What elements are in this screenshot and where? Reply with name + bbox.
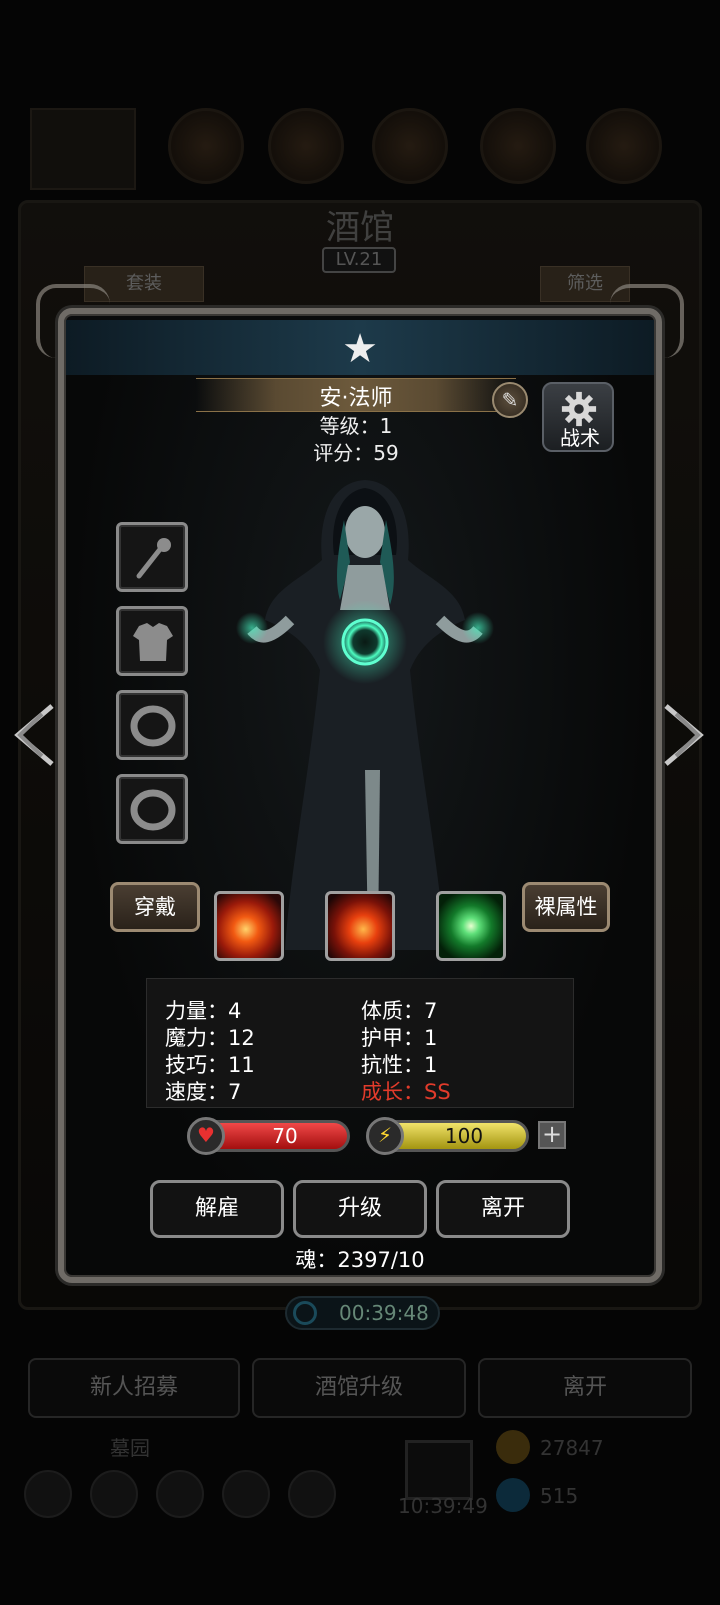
fire-skill-icon[interactable] (214, 891, 284, 961)
background-menu-icon (156, 1470, 204, 1518)
background-hero-icon (168, 108, 244, 184)
heart-icon: ♥ (187, 1117, 225, 1155)
stat-magic: 魔力：12 (165, 1026, 255, 1050)
background-menu-icon (288, 1470, 336, 1518)
add-energy-button[interactable]: + (538, 1121, 566, 1149)
background-timer: 00:39:48 (285, 1296, 440, 1330)
clock-icon (293, 1301, 317, 1325)
background-clock: 10:39:49 (398, 1494, 488, 1518)
stat-speed: 速度：7 (165, 1080, 242, 1104)
stat-resistance: 抗性：1 (361, 1053, 438, 1077)
staff-icon (136, 538, 171, 579)
equipment-slot-armor[interactable] (116, 606, 188, 676)
background-leave-button: 离开 (478, 1358, 692, 1418)
nature-skill-icon[interactable] (436, 891, 506, 961)
stat-skill: 技巧：11 (165, 1053, 255, 1077)
background-menu-icon (90, 1470, 138, 1518)
background-gold: 27847 (540, 1436, 604, 1460)
tactics-button[interactable]: 战术 (542, 382, 614, 452)
background-gems: 515 (540, 1484, 579, 1508)
leave-button[interactable]: 离开 (436, 1180, 570, 1238)
background-hero-portrait (30, 108, 136, 190)
stats-panel: 力量：4 魔力：12 技巧：11 速度：7 体质：7 护甲：1 抗性：1 成长：… (146, 978, 574, 1108)
background-hero-icon (480, 108, 556, 184)
stat-growth: 成长：SS (361, 1080, 451, 1104)
stat-armor: 护甲：1 (361, 1026, 438, 1050)
wear-button[interactable]: 穿戴 (110, 882, 200, 932)
energy-bar: ⚡ 100 (366, 1117, 529, 1155)
gem-icon (496, 1478, 530, 1512)
background-hero-icon (586, 108, 662, 184)
background-recruit-button: 新人招募 (28, 1358, 240, 1418)
background-title: 酒馆 (326, 208, 394, 248)
hero-level: 等级：1 (319, 414, 393, 438)
hp-bar: ♥ 70 (187, 1117, 350, 1155)
upgrade-button[interactable]: 升级 (293, 1180, 427, 1238)
stat-constitution: 体质：7 (361, 999, 438, 1023)
background-timer-text: 00:39:48 (339, 1301, 429, 1325)
stat-strength: 力量：4 (165, 999, 242, 1023)
hero-name: 安·法师 (319, 386, 393, 411)
dismiss-button[interactable]: 解雇 (150, 1180, 284, 1238)
background-hero-icon (372, 108, 448, 184)
background-menu-icon (24, 1470, 72, 1518)
hp-value: 70 (272, 1124, 298, 1148)
hero-score: 评分：59 (313, 441, 399, 465)
equipment-slot-weapon[interactable] (116, 522, 188, 592)
equipment-slot-ring-1[interactable] (116, 690, 188, 760)
next-hero-arrow-icon[interactable] (660, 700, 710, 770)
background-menu-icon (222, 1470, 270, 1518)
gold-coin-icon (496, 1430, 530, 1464)
armor-icon (133, 623, 173, 661)
gift-icon (405, 1440, 473, 1500)
star-icon: ★ (342, 326, 378, 372)
ring-icon (130, 789, 176, 831)
background-graveyard-label: 墓园 (110, 1436, 150, 1460)
previous-hero-arrow-icon[interactable] (8, 700, 58, 770)
energy-value: 100 (444, 1124, 484, 1148)
edit-icon: ✎ (501, 388, 519, 412)
equipment-slot-ring-2[interactable] (116, 774, 188, 844)
base-attributes-button[interactable]: 裸属性 (522, 882, 610, 932)
tactics-label: 战术 (560, 426, 600, 450)
background-hero-icon (268, 108, 344, 184)
background-level-badge: LV.21 (322, 247, 396, 273)
soul-counter: 魂：2397/10 (295, 1248, 425, 1272)
ring-icon (130, 705, 176, 747)
lightning-icon: ⚡ (366, 1117, 404, 1155)
background-upgrade-tavern-button: 酒馆升级 (252, 1358, 466, 1418)
fire-skill-icon[interactable] (325, 891, 395, 961)
